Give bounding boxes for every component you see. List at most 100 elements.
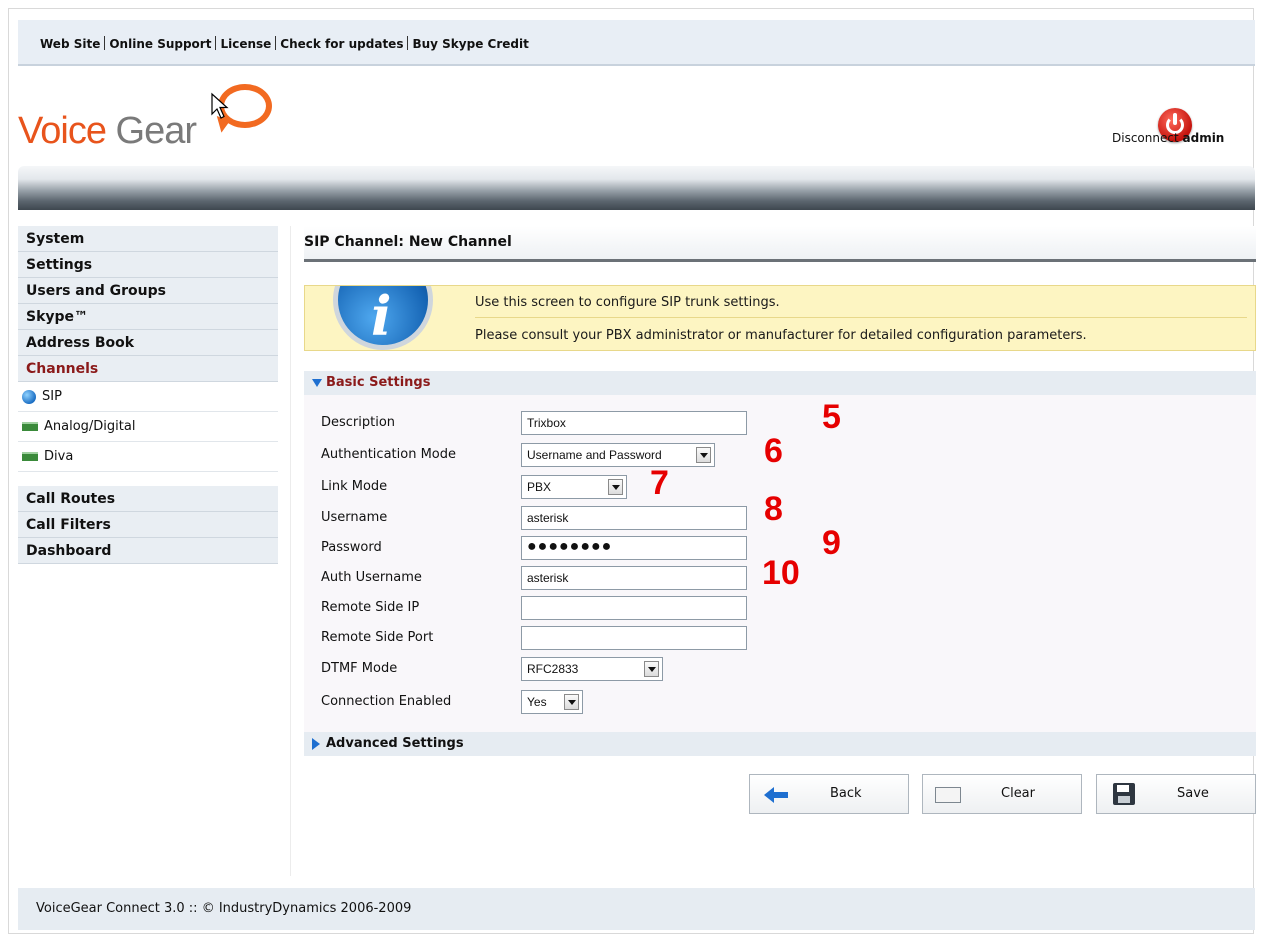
remote-port-label: Remote Side Port [321, 630, 434, 645]
advanced-settings-label: Advanced Settings [326, 736, 464, 751]
form-row-connection-enabled: Connection Enabled Yes [321, 690, 1221, 714]
sidebar-subitem-label: Analog/Digital [44, 418, 136, 434]
sidebar-item-settings[interactable]: Settings [18, 252, 278, 278]
dtmf-mode-select[interactable]: RFC2833 [521, 657, 663, 681]
dtmf-mode-label: DTMF Mode [321, 661, 398, 676]
description-input[interactable]: Trixbox [521, 411, 747, 435]
link-web-site[interactable]: Web Site [40, 37, 100, 51]
page-title-bar: SIP Channel: New Channel [304, 226, 1256, 262]
form-row-remote-port: Remote Side Port [321, 626, 1221, 650]
annotation-number: 8 [764, 490, 783, 528]
form-row-dtmf-mode: DTMF Mode RFC2833 [321, 657, 1221, 681]
logo-text: Voice Gear [18, 110, 198, 153]
auth-mode-value: Username and Password [527, 448, 662, 462]
sidebar-item-address-book[interactable]: Address Book [18, 330, 278, 356]
circuit-board-icon [22, 422, 38, 431]
triangle-right-icon [312, 738, 320, 750]
annotation-number: 9 [822, 524, 841, 562]
link-separator [215, 36, 217, 50]
info-icon: i [327, 286, 439, 350]
arrow-left-icon [764, 787, 788, 803]
back-button[interactable]: Back [749, 774, 909, 814]
sidebar-subitem-label: Diva [44, 448, 74, 464]
disconnect-area: Disconnect admin [1112, 131, 1224, 145]
link-online-support[interactable]: Online Support [109, 37, 211, 51]
annotation-number: 7 [650, 464, 669, 502]
sidebar-item-system[interactable]: System [18, 226, 278, 252]
remote-port-input[interactable] [521, 626, 747, 650]
annotation-number: 5 [822, 398, 841, 436]
link-check-updates[interactable]: Check for updates [280, 37, 403, 51]
advanced-settings-toggle[interactable]: Advanced Settings [304, 732, 1256, 756]
header-band [18, 166, 1255, 210]
mouse-cursor-icon [211, 92, 229, 119]
remote-ip-input[interactable] [521, 596, 747, 620]
floppy-disk-icon [1113, 783, 1135, 805]
sidebar-subitem-diva[interactable]: Diva [18, 442, 278, 472]
remote-ip-label: Remote Side IP [321, 600, 420, 615]
power-stem [1173, 113, 1177, 125]
footer-text: VoiceGear Connect 3.0 :: © IndustryDynam… [36, 901, 412, 916]
auth-username-label: Auth Username [321, 570, 422, 585]
clear-button-label: Clear [1001, 786, 1035, 801]
save-button-label: Save [1177, 786, 1209, 801]
link-separator [407, 36, 409, 50]
username-label: Username [321, 510, 388, 525]
basic-settings-label: Basic Settings [326, 375, 431, 390]
auth-mode-select[interactable]: Username and Password [521, 443, 715, 467]
eraser-icon [935, 787, 961, 803]
username-input[interactable]: asterisk [521, 506, 747, 530]
footer: VoiceGear Connect 3.0 :: © IndustryDynam… [18, 888, 1255, 930]
sidebar-item-channels[interactable]: Channels [18, 356, 278, 382]
sidebar-item-users-groups[interactable]: Users and Groups [18, 278, 278, 304]
auth-username-input[interactable]: asterisk [521, 566, 747, 590]
info-box: i Use this screen to configure SIP trunk… [304, 285, 1256, 351]
sidebar-item-call-routes[interactable]: Call Routes [18, 486, 278, 512]
auth-mode-label: Authentication Mode [321, 447, 456, 462]
link-buy-skype-credit[interactable]: Buy Skype Credit [412, 37, 528, 51]
link-separator [104, 36, 106, 50]
connection-enabled-value: Yes [527, 695, 547, 709]
sidebar: System Settings Users and Groups Skype™ … [18, 226, 278, 564]
info-divider [475, 317, 1247, 318]
basic-settings-toggle[interactable]: Basic Settings [304, 371, 1256, 395]
link-mode-select[interactable]: PBX [521, 475, 627, 499]
logo-word-gear: Gear [105, 110, 198, 152]
circuit-board-icon [22, 452, 38, 461]
dtmf-mode-value: RFC2833 [527, 662, 579, 676]
link-license[interactable]: License [220, 37, 271, 51]
column-divider [290, 226, 291, 876]
dropdown-arrow-icon[interactable] [608, 479, 623, 495]
top-link-bar: Web Site Online Support License Check for u… [18, 20, 1255, 66]
clear-button[interactable]: Clear [922, 774, 1082, 814]
save-button[interactable]: Save [1096, 774, 1256, 814]
globe-icon [22, 389, 36, 404]
dropdown-arrow-icon[interactable] [564, 694, 579, 710]
logo-word-voice: Voice [18, 110, 107, 152]
password-label: Password [321, 540, 382, 555]
password-input[interactable]: ●●●●●●●● [521, 536, 747, 560]
sidebar-subitem-sip[interactable]: SIP [18, 382, 278, 412]
page-title: SIP Channel: New Channel [304, 234, 512, 250]
sidebar-item-dashboard[interactable]: Dashboard [18, 538, 278, 564]
disconnect-link[interactable]: Disconnect [1112, 131, 1179, 145]
sidebar-subitem-label: SIP [42, 388, 62, 404]
sidebar-subitem-analog-digital[interactable]: Analog/Digital [18, 412, 278, 442]
connection-enabled-label: Connection Enabled [321, 694, 452, 709]
link-separator [275, 36, 277, 50]
voicegear-logo: Voice Gear [18, 84, 278, 156]
sidebar-item-call-filters[interactable]: Call Filters [18, 512, 278, 538]
dropdown-arrow-icon[interactable] [644, 661, 659, 677]
dropdown-arrow-icon[interactable] [696, 447, 711, 463]
back-button-label: Back [830, 786, 862, 801]
sidebar-item-skype[interactable]: Skype™ [18, 304, 278, 330]
info-line-1: Use this screen to configure SIP trunk s… [475, 295, 780, 310]
info-line-2: Please consult your PBX administrator or… [475, 328, 1087, 343]
triangle-down-icon [312, 379, 322, 387]
connection-enabled-select[interactable]: Yes [521, 690, 583, 714]
current-username: admin [1182, 131, 1225, 145]
link-mode-label: Link Mode [321, 479, 388, 494]
link-mode-value: PBX [527, 480, 552, 494]
form-row-remote-ip: Remote Side IP [321, 596, 1221, 620]
